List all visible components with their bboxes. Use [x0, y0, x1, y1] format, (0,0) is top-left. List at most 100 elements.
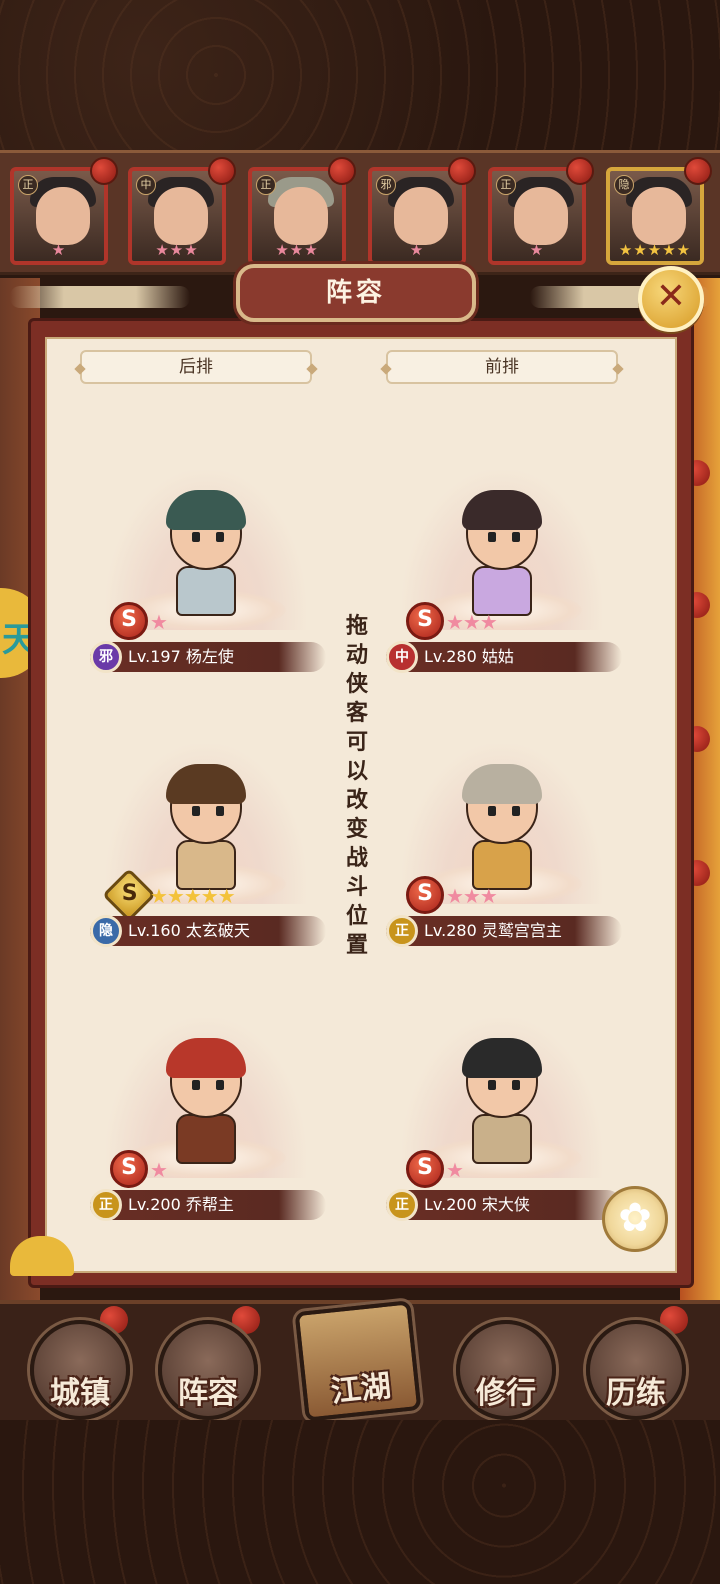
rank-letter: S [417, 1155, 433, 1180]
roster-portrait[interactable]: 正 ★ [10, 167, 108, 265]
rank-badge: S [406, 1150, 444, 1188]
close-icon: ✕ [655, 276, 687, 317]
portrait-face [394, 187, 448, 245]
faction-badge: 正 [386, 1189, 418, 1221]
hero-level-name: Lv.280 灵鹫宫宫主 [424, 921, 562, 940]
roster-portrait[interactable]: 邪 ★ [368, 167, 466, 265]
hero-card[interactable]: S ★ 正 Lv.200 宋大侠 [382, 1018, 622, 1228]
portrait-faction-badge: 中 [136, 175, 156, 195]
hero-body [176, 566, 236, 616]
hero-level-name: Lv.200 宋大侠 [424, 1195, 530, 1214]
nav-trial-label: 历练 [606, 1376, 666, 1411]
hero-body [176, 840, 236, 890]
roster-portrait[interactable]: 中 ★★★ [128, 167, 226, 265]
portrait-stars: ★ [51, 241, 67, 259]
panel-title: 阵容 [325, 278, 386, 308]
title-wing-left [10, 286, 190, 308]
portrait-faction-badge: 正 [496, 175, 516, 195]
hero-stars: ★★★ [446, 884, 498, 908]
nav-jianghu-button[interactable]: 江湖 [294, 1300, 422, 1422]
hero-sprite [452, 1038, 552, 1164]
nav-lineup-label: 阵容 [178, 1376, 238, 1411]
portrait-face [514, 187, 568, 245]
nav-training-label: 修行 [476, 1376, 536, 1411]
hero-hair [462, 764, 542, 804]
hero-hair [166, 1038, 246, 1078]
portrait-faction-badge: 隐 [614, 175, 634, 195]
front-row-header: 前排 [386, 350, 618, 384]
roster-portrait[interactable]: 正 ★★★ [248, 167, 346, 265]
red-bead [328, 157, 356, 185]
hero-sprite [156, 764, 256, 890]
hero-eye [192, 806, 200, 816]
panel-title-plate: 阵容 [236, 264, 476, 322]
hero-card[interactable]: S ★ 正 Lv.200 乔帮主 [86, 1018, 326, 1228]
red-bead [566, 157, 594, 185]
hero-stars: ★★★★★ [150, 884, 236, 908]
portrait-stars: ★ [409, 241, 425, 259]
hero-card[interactable]: S ★★★ 中 Lv.280 姑姑 [382, 470, 622, 680]
hero-eye [216, 806, 224, 816]
hero-nameplate: 隐 Lv.160 太玄破天 [90, 915, 326, 947]
hero-stars: ★ [150, 610, 168, 634]
portrait-face [274, 187, 328, 245]
bottom-background [0, 1420, 720, 1584]
hero-nameplate: 正 Lv.200 乔帮主 [90, 1189, 326, 1221]
hero-eye [488, 532, 496, 542]
hero-level-name: Lv.280 姑姑 [424, 647, 514, 666]
hero-eye [512, 1080, 520, 1090]
faction-badge: 中 [386, 641, 418, 673]
hero-level-name: Lv.160 太玄破天 [128, 921, 250, 940]
hero-hair [462, 1038, 542, 1078]
hero-eye [488, 1080, 496, 1090]
flower-icon: ✿ [618, 1195, 652, 1241]
hero-body [472, 1114, 532, 1164]
rank-letter: S [417, 607, 433, 632]
portrait-face [632, 187, 686, 245]
rank-letter: S [121, 881, 138, 907]
portrait-stars: ★★★ [275, 241, 319, 259]
portrait-face [36, 187, 90, 245]
rank-letter: S [121, 1155, 137, 1180]
hero-eye [216, 532, 224, 542]
nav-trial-button[interactable]: 历练 [586, 1320, 686, 1420]
rank-badge: S [406, 876, 444, 914]
hero-eye [512, 806, 520, 816]
rank-badge: S [406, 602, 444, 640]
hero-sprite [156, 1038, 256, 1164]
nav-lineup-button[interactable]: 阵容 [158, 1320, 258, 1420]
red-bead [208, 157, 236, 185]
nav-town-label: 城镇 [50, 1376, 110, 1411]
hero-eye [192, 532, 200, 542]
hero-hair [462, 490, 542, 530]
red-bead [90, 157, 118, 185]
hero-sprite [156, 490, 256, 616]
hero-hair [166, 764, 246, 804]
nav-town-button[interactable]: 城镇 [30, 1320, 130, 1420]
hero-eye [216, 1080, 224, 1090]
drag-hint-text: 拖动侠客可以改变战斗位置 [345, 614, 368, 958]
hero-sprite [452, 764, 552, 890]
hero-eye [488, 806, 496, 816]
hero-nameplate: 正 Lv.280 灵鹫宫宫主 [386, 915, 622, 947]
rank-letter: S [417, 881, 433, 906]
hero-card[interactable]: S ★★★★★ 隐 Lv.160 太玄破天 [86, 744, 326, 954]
nav-training-button[interactable]: 修行 [456, 1320, 556, 1420]
hero-body [472, 566, 532, 616]
top-background [0, 0, 720, 150]
close-button[interactable]: ✕ [638, 266, 704, 332]
portrait-stars: ★ [529, 241, 545, 259]
nav-jianghu-label: 江湖 [329, 1368, 393, 1410]
rank-letter: S [121, 607, 137, 632]
hero-nameplate: 邪 Lv.197 杨左使 [90, 641, 326, 673]
hero-stars: ★ [446, 1158, 464, 1182]
hero-stars: ★ [150, 1158, 168, 1182]
hero-sprite [452, 490, 552, 616]
hero-eye [512, 532, 520, 542]
faction-badge: 邪 [90, 641, 122, 673]
hero-card[interactable]: S ★★★ 正 Lv.280 灵鹫宫宫主 [382, 744, 622, 954]
faction-badge: 正 [90, 1189, 122, 1221]
hero-card[interactable]: S ★ 邪 Lv.197 杨左使 [86, 470, 326, 680]
flower-button[interactable]: ✿ [602, 1186, 668, 1252]
portrait-stars: ★★★★★ [618, 241, 692, 259]
